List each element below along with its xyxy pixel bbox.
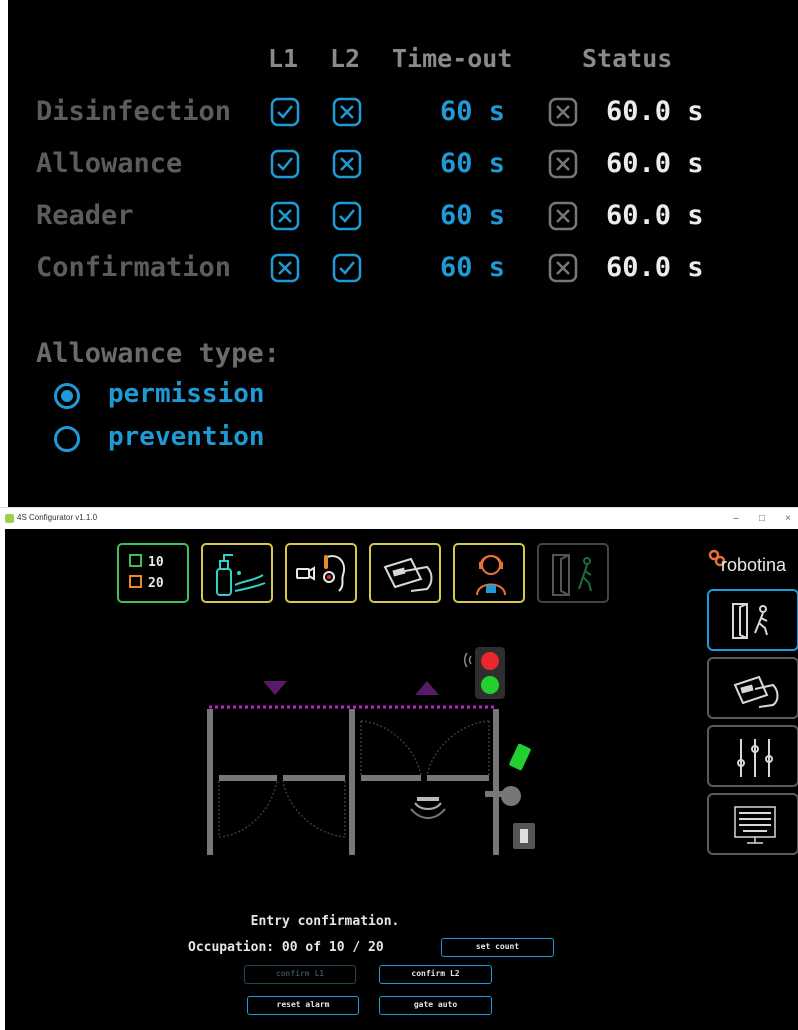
gate-post-left [207, 709, 213, 855]
reader-device-icon [509, 743, 531, 771]
header-l1: L1 [268, 44, 299, 73]
status-value: 60.0 s [606, 148, 704, 179]
radio-label-permission[interactable]: permission [108, 379, 265, 409]
row-label-allowance: Allowance [36, 148, 183, 179]
radio-prevention[interactable] [54, 426, 80, 452]
status-message: Entry confirmation. [250, 914, 400, 929]
counter-l1-icon [129, 554, 142, 567]
radio-dot-icon [61, 390, 73, 402]
traffic-light-red [481, 652, 499, 670]
status-value: 60.0 s [606, 200, 704, 231]
sliders-icon [737, 739, 773, 777]
header-l2: L2 [330, 44, 361, 73]
exit-push-button-icon [501, 786, 521, 806]
row-label-reader: Reader [36, 200, 134, 231]
exit-arrow-icon [415, 681, 439, 695]
occupation-text: Occupation: 00 of 10 / 20 [188, 940, 384, 955]
confirm-l2-button[interactable]: confirm L2 [379, 965, 492, 984]
header-status: Status [582, 44, 673, 73]
close-button[interactable]: × [774, 511, 798, 527]
gate-auto-button[interactable]: gate auto [379, 996, 492, 1015]
status-x-icon [548, 201, 578, 231]
exit-door-icon [552, 554, 592, 596]
counter-limit-l2: 20 [129, 575, 164, 591]
reader-button[interactable] [369, 543, 441, 603]
minimize-button[interactable]: – [722, 511, 750, 527]
radio-permission[interactable] [54, 383, 80, 409]
row-label-disinfection: Disinfection [36, 96, 232, 127]
sidebar-item-card-reader[interactable] [707, 657, 798, 719]
operator-headset-icon [476, 555, 506, 596]
window-titlebar: 4S Configurator v1.1.0 – □ × [0, 507, 798, 529]
confirmation-button[interactable] [453, 543, 525, 603]
keyboard-monitor-icon [734, 806, 776, 844]
counter-l2-value: 20 [148, 576, 164, 591]
row-label-confirmation: Confirmation [36, 252, 232, 283]
gate-post-right [493, 709, 499, 855]
maximize-button[interactable]: □ [748, 511, 776, 527]
timeout-value[interactable]: 60 s [440, 200, 505, 231]
counter-l2-icon [129, 575, 142, 588]
timeout-value[interactable]: 60 s [440, 252, 505, 283]
timeout-value[interactable]: 60 s [440, 96, 505, 127]
radio-label-prevention[interactable]: prevention [108, 422, 265, 452]
set-count-button[interactable]: set count [441, 938, 554, 957]
status-value: 60.0 s [606, 252, 704, 283]
sidebar-item-keyboard[interactable] [707, 793, 798, 855]
confirm-l1-button[interactable]: confirm L1 [244, 965, 356, 984]
hand-sanitizer-icon [216, 554, 266, 596]
status-x-icon [548, 253, 578, 283]
timeout-value[interactable]: 60 s [440, 148, 505, 179]
allowance-type-label: Allowance type: [36, 338, 280, 369]
card-reader-icon [383, 557, 433, 592]
checkbox-unchecked-icon[interactable] [270, 253, 300, 283]
sidebar-item-settings[interactable] [707, 725, 798, 787]
traffic-light-green [481, 676, 499, 694]
status-value: 60.0 s [606, 96, 704, 127]
camera-temperature-icon [296, 555, 345, 592]
gate-post-middle [349, 709, 355, 855]
reset-alarm-button[interactable]: reset alarm [247, 996, 359, 1015]
exit-button[interactable] [537, 543, 609, 603]
brand-logo-text: robotina [721, 555, 787, 575]
gate-diagram [207, 647, 535, 855]
app-icon [5, 514, 14, 523]
checkbox-checked-icon[interactable] [270, 149, 300, 179]
checkbox-checked-icon[interactable] [332, 201, 362, 231]
status-x-icon [548, 97, 578, 127]
counter-limit-l1: 10 [129, 554, 164, 570]
disinfection-button[interactable] [201, 543, 273, 603]
checkbox-unchecked-icon[interactable] [332, 97, 362, 127]
counter-l1-value: 10 [148, 555, 164, 570]
checkbox-checked-icon[interactable] [270, 97, 300, 127]
status-x-icon [548, 149, 578, 179]
entry-arrow-icon [263, 681, 287, 695]
card-hand-icon [733, 675, 779, 708]
checkbox-unchecked-icon[interactable] [270, 201, 300, 231]
app-window: 10 20 robotina Entry confirmation. Occup… [5, 529, 798, 1030]
window-title: 4S Configurator v1.1.0 [17, 513, 98, 522]
checkbox-checked-icon[interactable] [332, 253, 362, 283]
checkbox-unchecked-icon[interactable] [332, 149, 362, 179]
occupancy-counter[interactable]: 10 20 [117, 543, 189, 603]
header-timeout: Time-out [392, 44, 513, 73]
door-walker-icon [732, 603, 768, 639]
config-panel: L1 L2 Time-out Status Disinfection 60 s … [8, 0, 798, 507]
allowance-button[interactable] [285, 543, 357, 603]
sidebar-item-gate-view[interactable] [707, 589, 798, 651]
